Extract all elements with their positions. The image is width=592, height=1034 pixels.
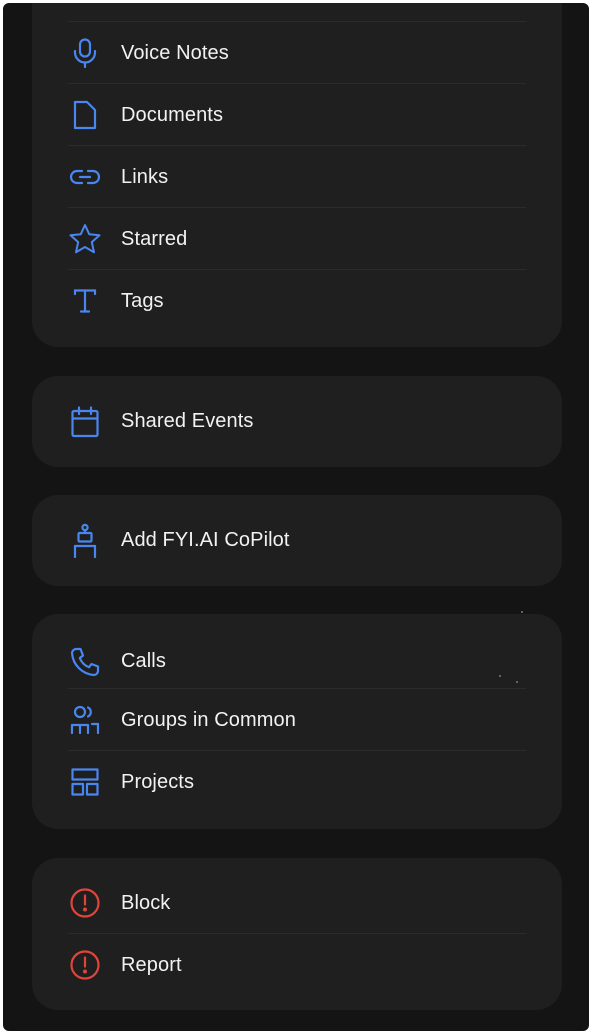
calls-label: Calls xyxy=(121,650,166,672)
groups-in-common-row[interactable]: Groups in Common xyxy=(32,689,562,751)
starred-label: Starred xyxy=(121,227,188,250)
documents-row[interactable]: Documents xyxy=(32,84,562,146)
links-label: Links xyxy=(121,165,169,188)
events-card: Shared Events xyxy=(32,376,562,467)
tags-label: Tags xyxy=(121,289,164,312)
add-copilot-row[interactable]: Add FYI.AI CoPilot xyxy=(32,495,562,586)
shared-events-row[interactable]: Shared Events xyxy=(32,376,562,467)
document-icon xyxy=(68,98,102,132)
activity-card: Calls Groups in Common Projects xyxy=(32,614,562,829)
report-label: Report xyxy=(121,953,182,976)
contact-details-screen: Voice Notes Documents Links Starred Tags… xyxy=(3,3,589,1031)
link-icon xyxy=(68,160,102,194)
group-icon xyxy=(68,703,102,737)
danger-card: Block Report xyxy=(32,858,562,1010)
tag-t-icon xyxy=(68,284,102,318)
block-label: Block xyxy=(121,892,171,914)
projects-row[interactable]: Projects xyxy=(32,751,562,813)
projects-label: Projects xyxy=(121,770,195,793)
calendar-icon xyxy=(68,405,102,439)
block-row[interactable]: Block xyxy=(32,858,562,934)
projects-icon xyxy=(68,765,102,799)
alert-circle-icon xyxy=(68,886,102,920)
voice-notes-row[interactable]: Voice Notes xyxy=(32,22,562,84)
microphone-icon xyxy=(68,36,102,70)
documents-label: Documents xyxy=(121,103,224,126)
tags-row[interactable]: Tags xyxy=(32,270,562,332)
copilot-card: Add FYI.AI CoPilot xyxy=(32,495,562,586)
speck xyxy=(499,675,501,677)
report-row[interactable]: Report xyxy=(32,934,562,996)
phone-icon xyxy=(68,645,102,679)
calls-row[interactable]: Calls xyxy=(32,614,562,689)
shared-events-label: Shared Events xyxy=(121,410,254,432)
star-icon xyxy=(68,222,102,256)
starred-row[interactable]: Starred xyxy=(32,208,562,270)
links-row[interactable]: Links xyxy=(32,146,562,208)
voice-notes-label: Voice Notes xyxy=(121,41,229,64)
add-copilot-label: Add FYI.AI CoPilot xyxy=(121,529,290,551)
robot-icon xyxy=(68,523,102,558)
groups-in-common-label: Groups in Common xyxy=(121,708,296,731)
row-top-partial xyxy=(32,3,562,22)
media-card: Voice Notes Documents Links Starred Tags xyxy=(32,3,562,347)
alert-circle-icon xyxy=(68,948,102,982)
speck xyxy=(521,611,523,613)
speck xyxy=(516,681,518,683)
